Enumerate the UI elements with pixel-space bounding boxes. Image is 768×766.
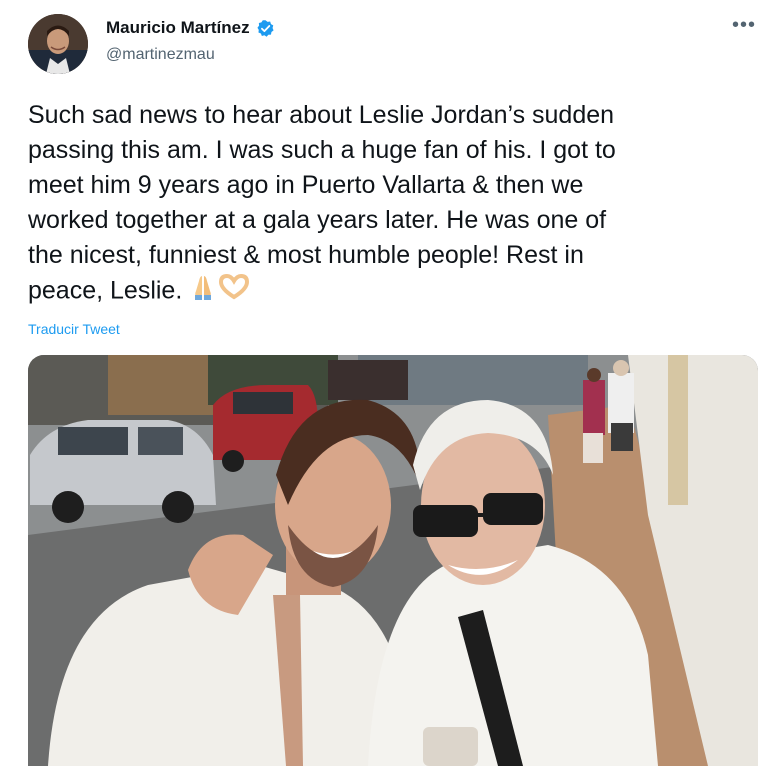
more-options-button[interactable]: ••• [732, 14, 756, 37]
translate-tweet-link[interactable]: Traducir Tweet [28, 321, 120, 337]
author-name-row[interactable]: Mauricio Martínez [106, 18, 275, 38]
verified-badge-icon [256, 19, 275, 38]
author-display-name[interactable]: Mauricio Martínez [106, 18, 250, 38]
tweet-media-photo[interactable] [28, 355, 758, 766]
tweet-body: Such sad news to hear about Leslie Jorda… [28, 101, 616, 305]
avatar-photo-icon [28, 14, 88, 74]
photo-two-men-street-icon [28, 355, 758, 766]
avatar[interactable] [28, 14, 88, 74]
heart-hands-icon [217, 273, 251, 311]
author-handle[interactable]: @martinezmau [106, 46, 215, 64]
folded-hands-icon [189, 273, 217, 311]
tweet-text: Such sad news to hear about Leslie Jorda… [28, 98, 740, 311]
